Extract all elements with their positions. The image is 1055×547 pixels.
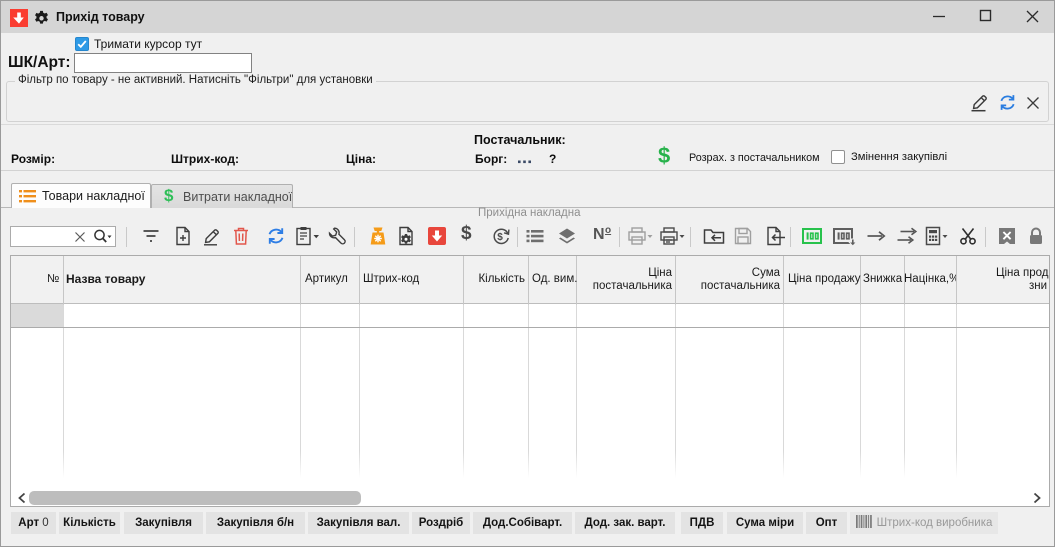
svg-text:$: $ — [497, 232, 503, 243]
